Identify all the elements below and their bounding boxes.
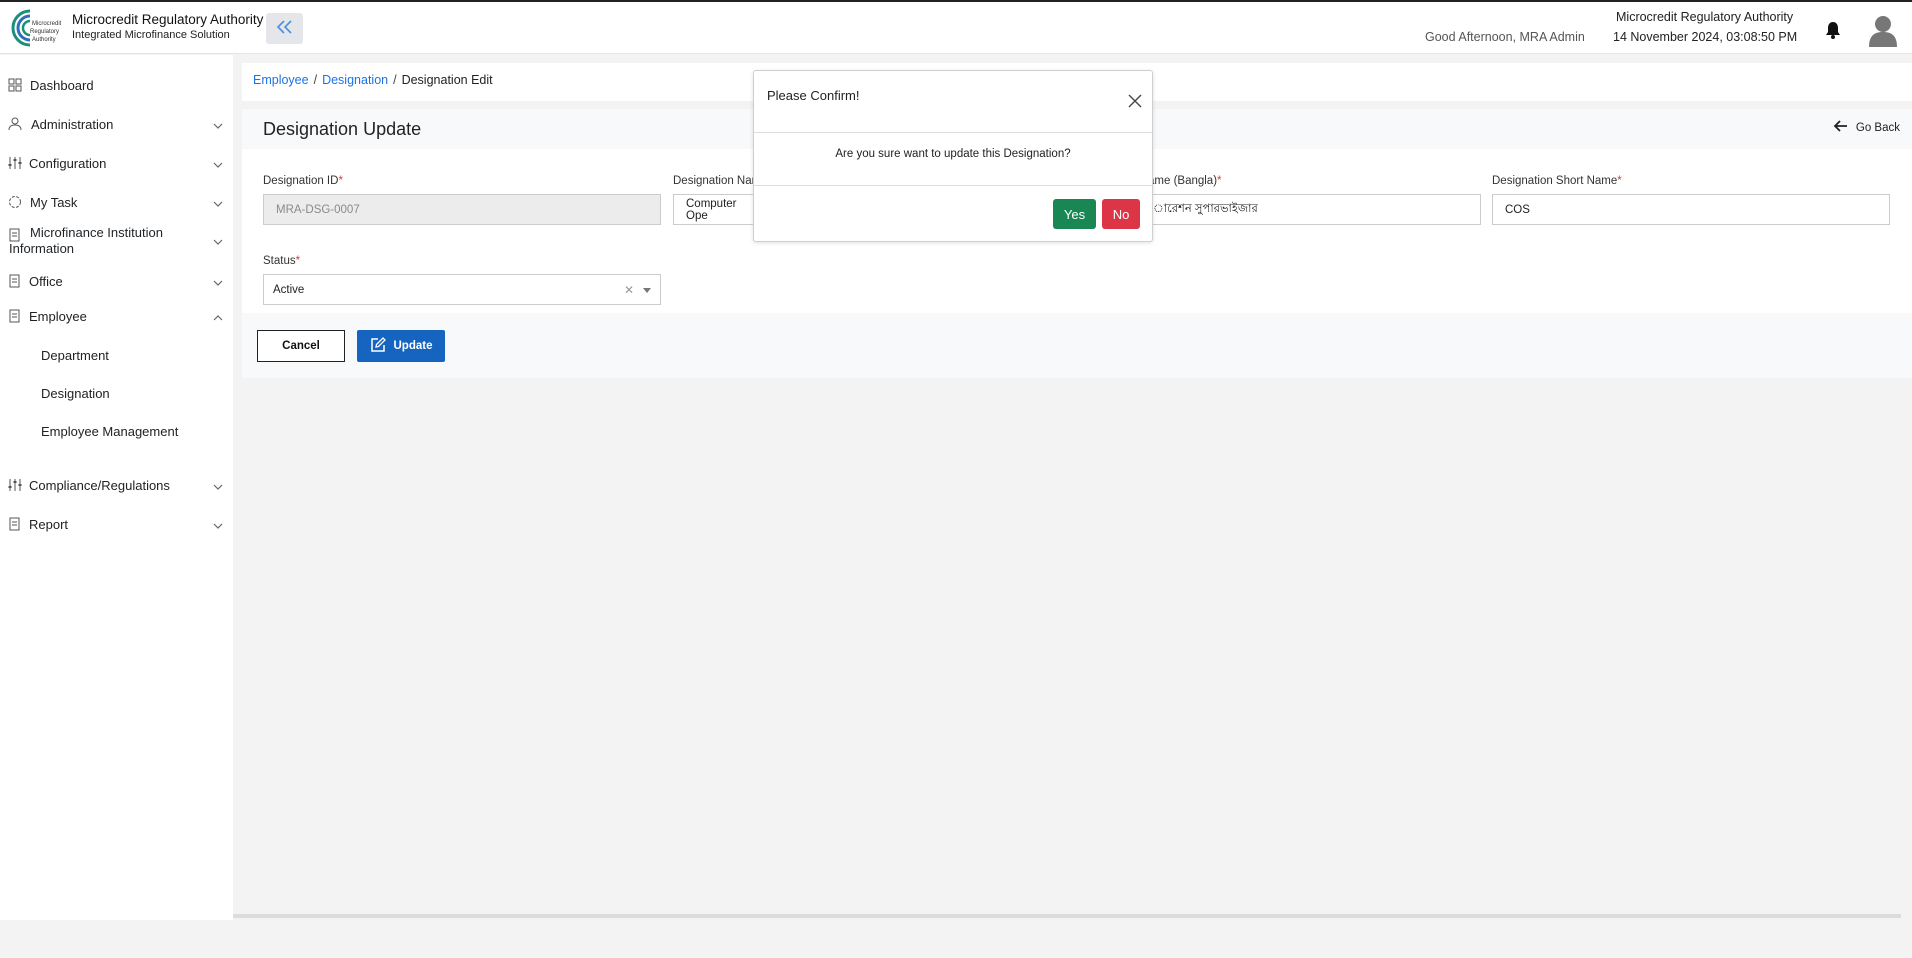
- sidebar-item-configuration[interactable]: Configuration: [0, 153, 233, 173]
- sliders-icon: [8, 156, 22, 170]
- current-datetime: 14 November 2024, 03:08:50 PM: [1613, 30, 1798, 44]
- status-select[interactable]: Active ✕: [263, 274, 661, 305]
- bell-icon[interactable]: [1823, 20, 1843, 40]
- dialog-title: Please Confirm!: [767, 88, 860, 103]
- app-title: Microcredit Regulatory Authority: [72, 12, 264, 27]
- sidebar-collapse-button[interactable]: [266, 13, 303, 44]
- sidebar-item-label: Configuration: [29, 155, 107, 171]
- caret-down-icon[interactable]: [643, 288, 651, 293]
- svg-text:Regulatory: Regulatory: [30, 29, 59, 35]
- chevron-down-icon: [213, 197, 223, 207]
- dialog-divider: [754, 185, 1152, 186]
- designation-id-field: MRA-DSG-0007: [263, 194, 661, 225]
- sidebar-item-dashboard[interactable]: Dashboard: [0, 75, 233, 95]
- double-chevron-left-icon: [275, 19, 295, 38]
- user-settings-icon: [8, 117, 22, 131]
- sidebar-subitem-department[interactable]: Department: [41, 348, 109, 363]
- breadcrumb-link-designation[interactable]: Designation: [322, 73, 388, 87]
- sidebar-item-label: Report: [29, 516, 69, 532]
- designation-name-bangla-field[interactable]: ারেশন সুপারভাইজার: [1153, 194, 1481, 225]
- sidebar-item-employee[interactable]: Employee: [0, 306, 233, 326]
- page-title: Designation Update: [263, 119, 422, 139]
- chevron-up-icon: [213, 311, 223, 321]
- sidebar-item-microfinance-institution-information[interactable]: Microfinance Institution Information: [0, 223, 233, 259]
- greeting-text: Good Afternoon, MRA Admin: [1425, 30, 1585, 44]
- document-icon: [8, 309, 22, 323]
- sidebar-item-label: My Task: [30, 194, 78, 210]
- dialog-divider: [754, 132, 1152, 133]
- sidebar-subitem-employee-management[interactable]: Employee Management: [41, 424, 178, 439]
- go-back-button[interactable]: Go Back: [1833, 120, 1900, 135]
- go-back-label: Go Back: [1855, 121, 1900, 134]
- org-name: Microcredit Regulatory Authority: [1616, 10, 1794, 24]
- clear-icon[interactable]: ✕: [624, 283, 634, 297]
- sidebar-item-label: Administration: [31, 116, 114, 132]
- cancel-button[interactable]: Cancel: [257, 330, 345, 362]
- top-header: Microcredit Regulatory Authority Microcr…: [0, 2, 1912, 54]
- breadcrumb-separator: /: [393, 73, 397, 87]
- breadcrumb-link-employee[interactable]: Employee: [253, 73, 309, 87]
- dialog-message: Are you sure want to update this Designa…: [835, 148, 1071, 160]
- breadcrumb-current: Designation Edit: [401, 73, 493, 87]
- chevron-down-icon: [213, 119, 223, 129]
- sidebar-item-my-task[interactable]: My Task: [0, 192, 233, 212]
- yes-button[interactable]: Yes: [1053, 199, 1096, 229]
- update-label: Update: [393, 340, 433, 352]
- chevron-down-icon: [213, 235, 223, 250]
- update-button[interactable]: Update: [357, 330, 445, 362]
- sliders-icon: [8, 478, 22, 492]
- sidebar-item-report[interactable]: Report: [0, 514, 233, 534]
- form-card-footer: [242, 313, 1912, 378]
- chevron-down-icon: [213, 480, 223, 490]
- designation-name-field[interactable]: Computer Ope: [673, 194, 753, 225]
- sidebar-item-label-line2: Information: [9, 241, 75, 256]
- svg-text:Microcredit: Microcredit: [32, 21, 62, 27]
- app-subtitle: Integrated Microfinance Solution: [72, 29, 230, 41]
- breadcrumb-separator: /: [313, 73, 318, 87]
- edit-icon: [370, 336, 386, 356]
- sidebar-item-administration[interactable]: Administration: [0, 114, 233, 134]
- document-icon: [8, 517, 22, 531]
- no-button[interactable]: No: [1102, 199, 1140, 229]
- sidebar-item-label: Office: [29, 273, 63, 289]
- user-avatar-icon[interactable]: [1867, 13, 1899, 47]
- sidebar-item-compliance-regulations[interactable]: Compliance/Regulations: [0, 475, 233, 495]
- chevron-down-icon: [213, 519, 223, 529]
- designation-short-name-field[interactable]: COS: [1492, 194, 1890, 225]
- task-circle-icon: [8, 195, 22, 209]
- sidebar-item-label: Dashboard: [30, 77, 94, 93]
- sidebar-item-label: Compliance/Regulations: [29, 477, 170, 493]
- svg-text:Authority: Authority: [32, 37, 56, 43]
- content-bottom-scrollbar[interactable]: [233, 914, 1901, 918]
- status-label: Status*: [263, 255, 301, 267]
- sidebar-item-label: Employee: [29, 308, 87, 324]
- confirm-dialog: Please Confirm! Are you sure want to upd…: [753, 70, 1153, 242]
- designation-name-label: Designation Nam: [673, 175, 762, 187]
- designation-name-bangla-label: ame (Bangla)*: [1148, 175, 1222, 187]
- arrow-left-icon: [1833, 120, 1848, 135]
- document-icon: [8, 274, 22, 288]
- close-icon[interactable]: [1128, 94, 1142, 108]
- sidebar-item-label: Microfinance Institution: [30, 225, 163, 240]
- designation-short-name-label: Designation Short Name*: [1492, 175, 1622, 187]
- sidebar-subitem-designation[interactable]: Designation: [41, 386, 110, 401]
- mra-logo: Microcredit Regulatory Authority: [8, 7, 64, 49]
- grid-icon: [8, 78, 22, 92]
- chevron-down-icon: [213, 158, 223, 168]
- breadcrumb: Employee / Designation / Designation Edit: [253, 73, 493, 87]
- chevron-down-icon: [213, 276, 223, 286]
- sidebar: Dashboard Administration Configuration M…: [0, 55, 233, 920]
- designation-id-label: Designation ID*: [263, 175, 343, 187]
- sidebar-item-office[interactable]: Office: [0, 271, 233, 291]
- status-selected-value: Active: [273, 283, 305, 296]
